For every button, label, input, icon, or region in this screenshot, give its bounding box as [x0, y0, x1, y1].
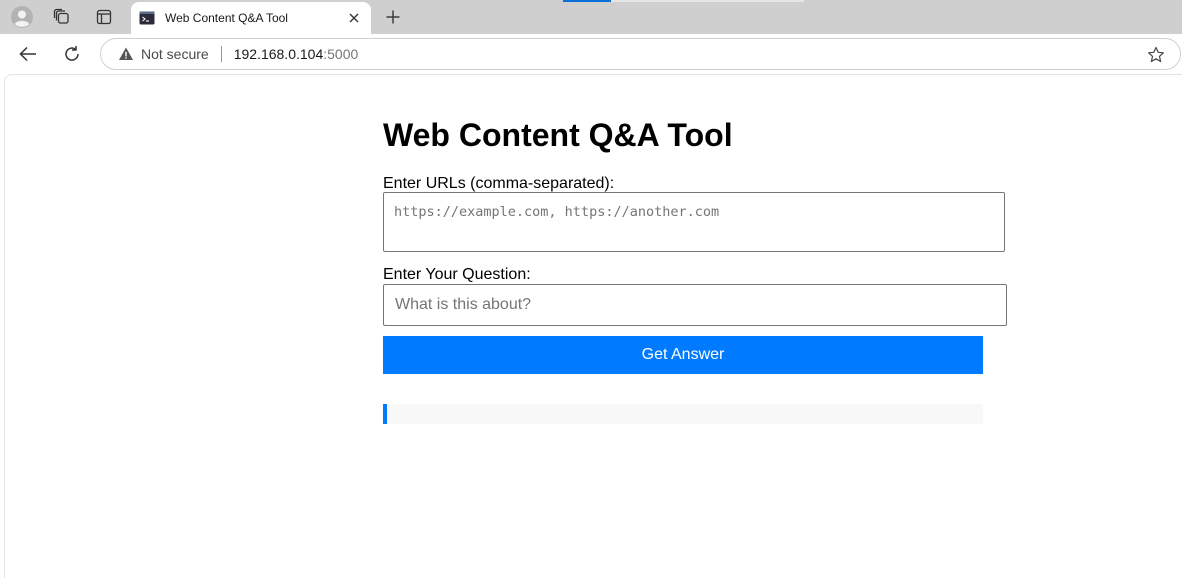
- tab-actions-button[interactable]: [88, 4, 120, 30]
- plus-icon: [386, 10, 400, 24]
- back-arrow-icon: [19, 46, 36, 62]
- tab-actions-icon: [96, 9, 112, 25]
- url-port: :5000: [323, 46, 359, 62]
- loading-track: [611, 0, 804, 2]
- star-icon: [1148, 46, 1164, 63]
- close-icon: [349, 13, 359, 23]
- terminal-icon: [139, 11, 155, 25]
- tab-close-button[interactable]: [343, 7, 365, 29]
- reload-icon: [65, 46, 79, 61]
- address-separator: [220, 46, 222, 62]
- url-host: 192.168.0.104: [233, 46, 324, 62]
- page-title: Web Content Q&A Tool: [383, 117, 733, 153]
- answer-box: [383, 404, 983, 424]
- get-answer-button[interactable]: Get Answer: [383, 336, 983, 374]
- urls-label: Enter URLs (comma-separated):: [383, 175, 615, 192]
- warning-icon[interactable]: [118, 46, 134, 62]
- profile-icon: [11, 6, 33, 28]
- address-bar[interactable]: Not secure 192.168.0.104:5000: [100, 38, 1181, 70]
- reload-button[interactable]: [57, 39, 87, 69]
- profile-button[interactable]: [6, 4, 38, 30]
- urls-input[interactable]: [383, 192, 1005, 252]
- tab-title: Web Content Q&A Tool: [165, 11, 288, 25]
- active-tab[interactable]: Web Content Q&A Tool: [131, 2, 371, 34]
- security-status[interactable]: Not secure: [141, 46, 209, 62]
- favorite-button[interactable]: [1146, 45, 1166, 65]
- loading-indicator: [563, 0, 611, 2]
- workspaces-button[interactable]: [46, 4, 78, 30]
- question-input[interactable]: [383, 284, 1007, 326]
- back-button[interactable]: [13, 39, 43, 69]
- page-viewport: Web Content Q&A Tool Enter URLs (comma-s…: [4, 74, 1182, 578]
- new-tab-button[interactable]: [377, 4, 409, 30]
- browser-toolbar: Not secure 192.168.0.104:5000: [0, 34, 1182, 74]
- workspaces-icon: [53, 8, 69, 24]
- question-label: Enter Your Question:: [383, 266, 531, 283]
- tab-strip: Web Content Q&A Tool: [0, 0, 1182, 34]
